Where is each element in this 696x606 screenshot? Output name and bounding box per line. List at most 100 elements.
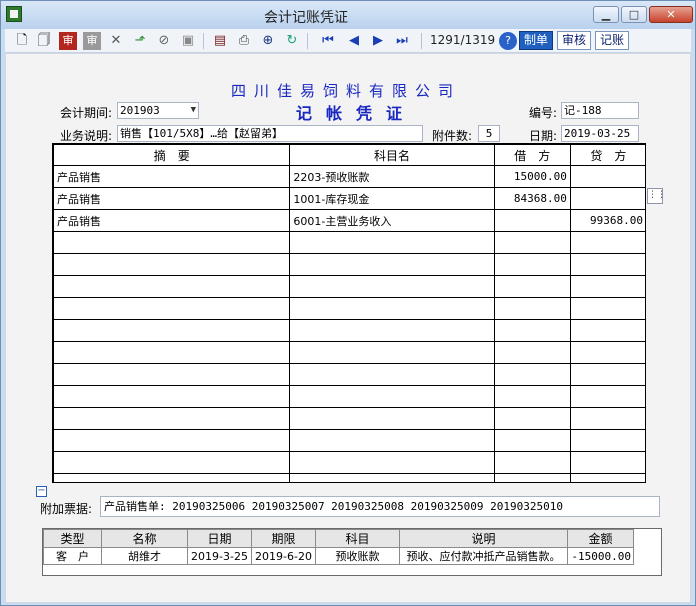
grid-options-icon[interactable]: ⋮⋮ — [647, 188, 666, 204]
mode-button-post[interactable]: 记账 — [595, 31, 630, 50]
detail-type[interactable]: 客 户 — [43, 547, 102, 565]
cell-empty[interactable] — [289, 275, 495, 298]
cell-empty[interactable] — [569, 407, 645, 430]
first-icon[interactable]: ⏮ — [319, 32, 337, 50]
cell-empty[interactable] — [493, 363, 571, 386]
attachment-field[interactable]: 产品销售单: 20190325006 20190325007 201903250… — [100, 496, 660, 517]
collapse-toggle-icon[interactable]: − — [36, 486, 47, 497]
cell-empty[interactable] — [53, 473, 291, 482]
col-account[interactable]: 科目名 — [289, 144, 495, 166]
cell-debit[interactable] — [493, 209, 571, 232]
cell-empty[interactable] — [493, 407, 571, 430]
table-row-empty[interactable] — [53, 297, 645, 320]
cell-empty[interactable] — [493, 231, 571, 254]
cell-empty[interactable] — [53, 319, 291, 342]
col-credit[interactable]: 贷 方 — [569, 144, 645, 166]
cell-empty[interactable] — [289, 253, 495, 276]
cell-empty[interactable] — [289, 385, 495, 408]
date-field[interactable]: 2019-03-25 — [561, 125, 639, 142]
detail-term[interactable]: 2019-6-20 — [251, 547, 316, 565]
save-icon[interactable]: ▣ — [179, 32, 197, 50]
cell-empty[interactable] — [53, 341, 291, 364]
table-row-empty[interactable] — [53, 253, 645, 276]
next-icon[interactable]: ▶ — [369, 32, 387, 50]
detail-name[interactable]: 胡维才 — [101, 547, 188, 565]
number-field[interactable]: 记-188 — [561, 102, 639, 119]
attachments-count-field[interactable]: 5 — [478, 125, 500, 142]
cell-empty[interactable] — [569, 429, 645, 452]
close-button[interactable]: ✕ — [649, 6, 693, 23]
table-row[interactable]: 产品销售 6001-主营业务收入 99368.00 — [53, 209, 645, 232]
detail-row[interactable]: 客 户 胡维才 2019-3-25 2019-6-20 预收账款 预收、应付款冲… — [43, 547, 634, 565]
unaudit-icon[interactable]: 审 — [83, 32, 101, 50]
cell-empty[interactable] — [493, 385, 571, 408]
cell-empty[interactable] — [53, 297, 291, 320]
refresh-icon[interactable]: ↻ — [283, 32, 301, 50]
cell-account[interactable]: 2203-预收账款 — [289, 165, 495, 188]
detail-account[interactable]: 预收账款 — [315, 547, 400, 565]
cell-debit[interactable]: 84368.00 — [493, 187, 571, 210]
col-debit[interactable]: 借 方 — [493, 144, 571, 166]
table-row-empty[interactable] — [53, 429, 645, 452]
prev-icon[interactable]: ◀ — [345, 32, 363, 50]
detail-amount[interactable]: -15000.00 — [567, 547, 634, 565]
cell-empty[interactable] — [289, 363, 495, 386]
cell-empty[interactable] — [493, 297, 571, 320]
cell-empty[interactable] — [289, 341, 495, 364]
cell-empty[interactable] — [569, 473, 645, 482]
cell-empty[interactable] — [569, 253, 645, 276]
mode-button-make[interactable]: 制单 — [519, 31, 554, 50]
cell-empty[interactable] — [493, 319, 571, 342]
mode-button-audit[interactable]: 审核 — [557, 31, 592, 50]
cell-empty[interactable] — [569, 341, 645, 364]
delete-icon[interactable]: ✕ — [107, 32, 125, 50]
table-row-empty[interactable] — [53, 341, 645, 364]
description-field[interactable]: 销售【101/5X8】…给【赵留弟】 — [117, 125, 423, 142]
table-row-empty[interactable] — [53, 451, 645, 474]
cell-empty[interactable] — [53, 429, 291, 452]
cell-empty[interactable] — [569, 319, 645, 342]
table-row[interactable]: 产品销售 1001-库存现金 84368.00 — [53, 187, 645, 210]
cell-account[interactable]: 6001-主营业务收入 — [289, 209, 495, 232]
cell-credit[interactable] — [569, 165, 645, 188]
table-row[interactable]: 产品销售 2203-预收账款 15000.00 — [53, 165, 645, 188]
col-summary[interactable]: 摘 要 — [53, 144, 291, 166]
print-icon[interactable]: ⎙ — [235, 32, 253, 50]
cell-empty[interactable] — [569, 231, 645, 254]
table-row-empty[interactable] — [53, 385, 645, 408]
cell-empty[interactable] — [53, 363, 291, 386]
document-icon[interactable]: ▤ — [211, 32, 229, 50]
cell-credit[interactable] — [569, 187, 645, 210]
cell-empty[interactable] — [569, 363, 645, 386]
cell-empty[interactable] — [569, 275, 645, 298]
last-icon[interactable]: ⏭ — [393, 32, 411, 50]
minimize-button[interactable]: ▁ — [593, 6, 619, 23]
table-row-empty[interactable] — [53, 319, 645, 342]
copy-icon[interactable]: 🗍 — [35, 32, 53, 50]
help-icon[interactable]: ? — [499, 32, 517, 50]
cell-debit[interactable]: 15000.00 — [493, 165, 571, 188]
cell-empty[interactable] — [289, 451, 495, 474]
cell-summary[interactable]: 产品销售 — [53, 165, 291, 188]
table-row-empty[interactable] — [53, 473, 645, 482]
cell-empty[interactable] — [289, 231, 495, 254]
table-row-empty[interactable] — [53, 275, 645, 298]
cell-empty[interactable] — [53, 253, 291, 276]
detail-note[interactable]: 预收、应付款冲抵产品销售款。 — [399, 547, 568, 565]
export-icon[interactable]: ⬏ — [131, 32, 149, 50]
title-bar[interactable]: 会计记账凭证 ▁ □ ✕ — [1, 1, 695, 29]
cell-empty[interactable] — [493, 473, 571, 482]
cell-empty[interactable] — [53, 231, 291, 254]
cell-credit[interactable]: 99368.00 — [569, 209, 645, 232]
cell-empty[interactable] — [493, 275, 571, 298]
cell-summary[interactable]: 产品销售 — [53, 209, 291, 232]
cell-empty[interactable] — [569, 385, 645, 408]
cell-empty[interactable] — [53, 451, 291, 474]
cancel-icon[interactable]: ⊘ — [155, 32, 173, 50]
maximize-button[interactable]: □ — [621, 6, 647, 23]
cell-empty[interactable] — [289, 297, 495, 320]
cell-empty[interactable] — [289, 473, 495, 482]
cell-summary[interactable]: 产品销售 — [53, 187, 291, 210]
cell-empty[interactable] — [493, 341, 571, 364]
cell-empty[interactable] — [569, 451, 645, 474]
